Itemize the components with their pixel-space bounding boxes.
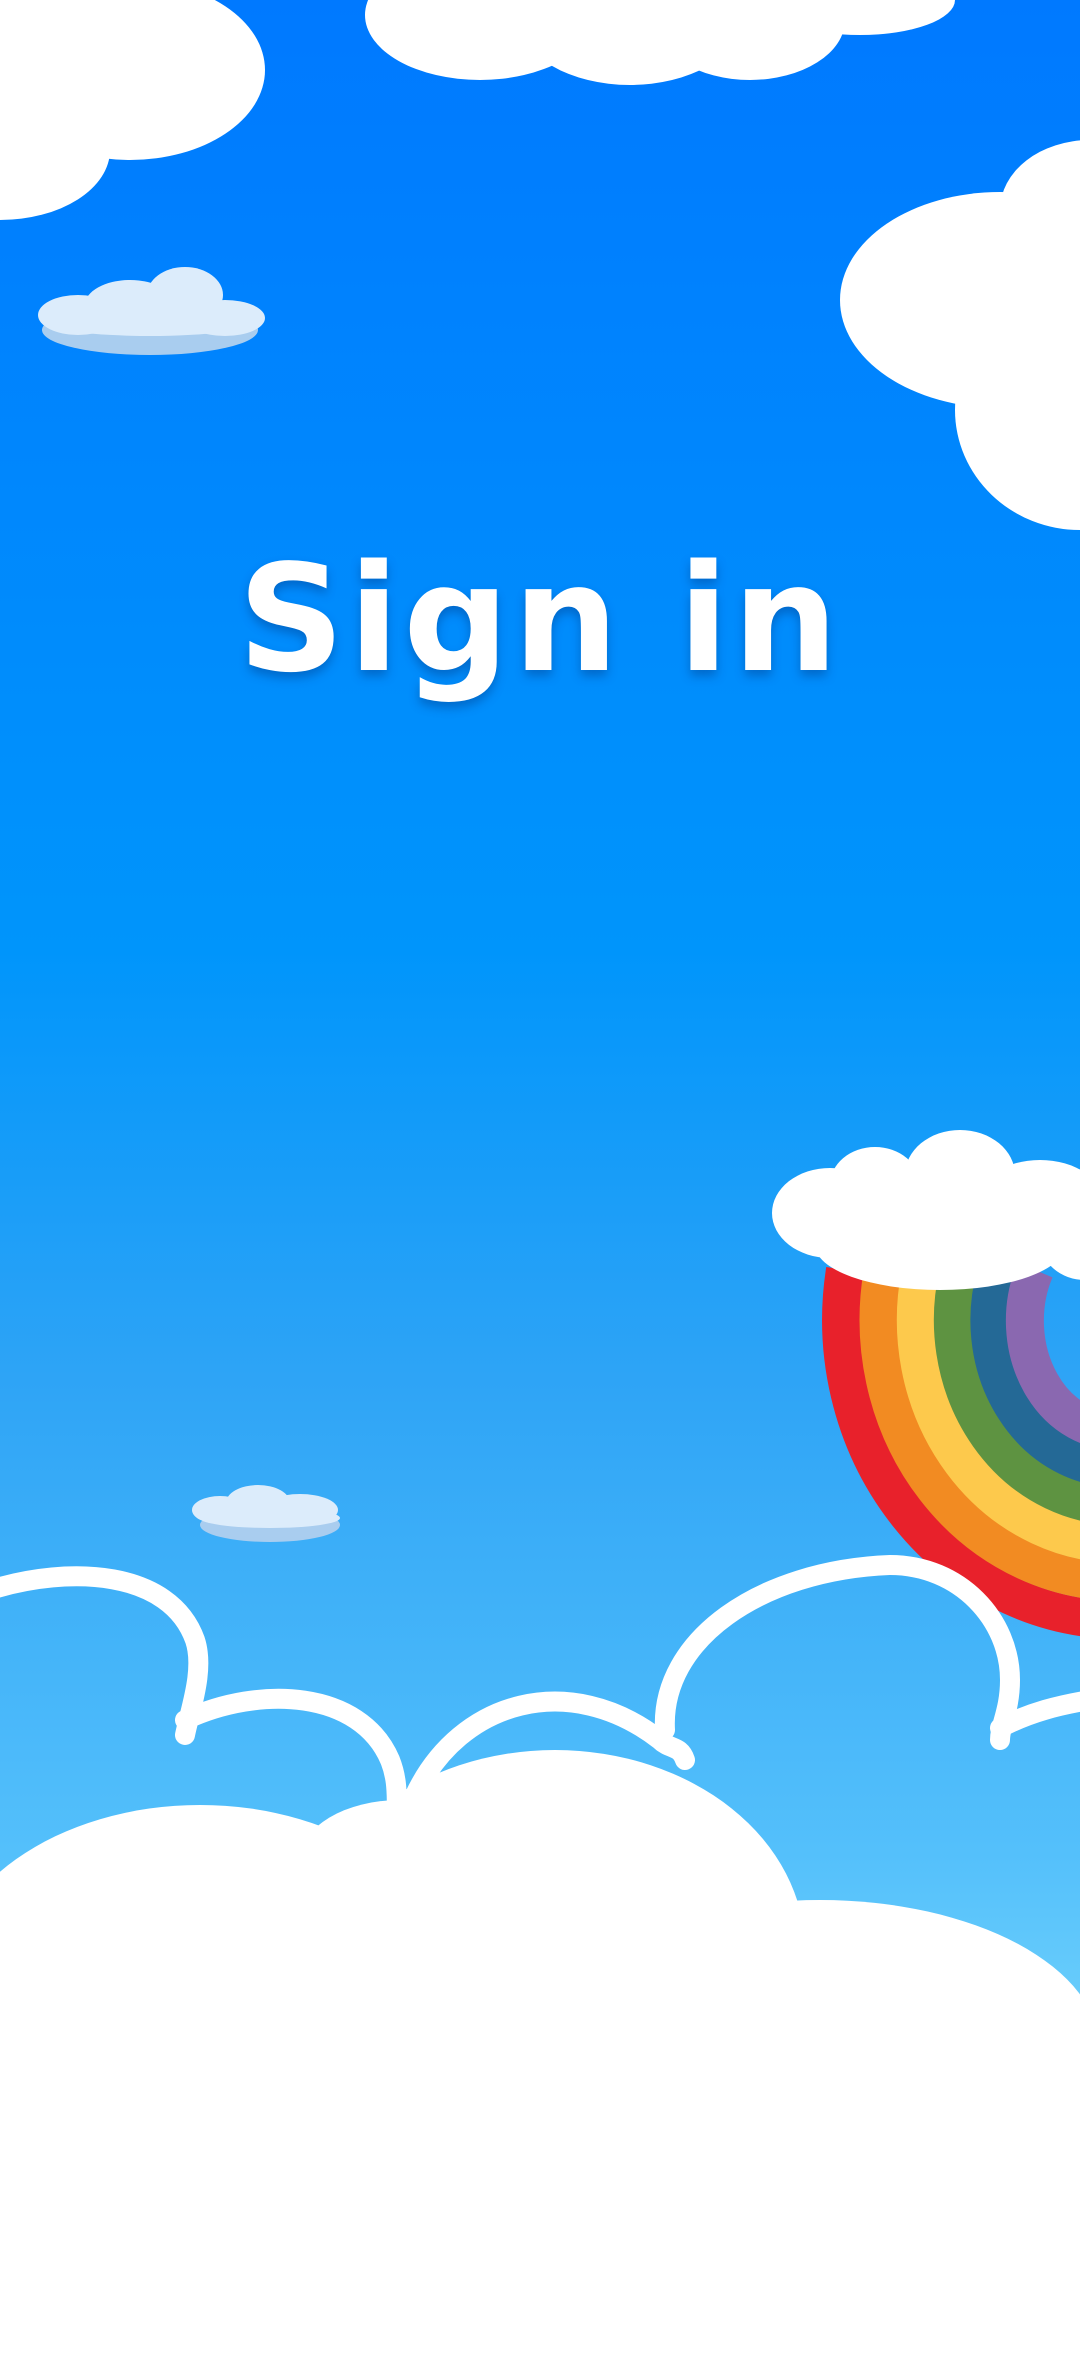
small-cloud-left	[38, 267, 265, 355]
rainbow-cloud	[772, 1130, 1080, 1290]
top-right-cloud	[840, 140, 1080, 530]
small-cloud-mid	[192, 1485, 340, 1542]
top-center-cloud	[365, 0, 955, 85]
top-left-cloud	[0, 0, 265, 220]
background-art	[0, 0, 1080, 2376]
bottom-cloud-bank	[0, 1750, 1080, 2376]
sign-in-screen: Sign in	[0, 0, 1080, 2376]
page-title: Sign in	[237, 533, 843, 705]
